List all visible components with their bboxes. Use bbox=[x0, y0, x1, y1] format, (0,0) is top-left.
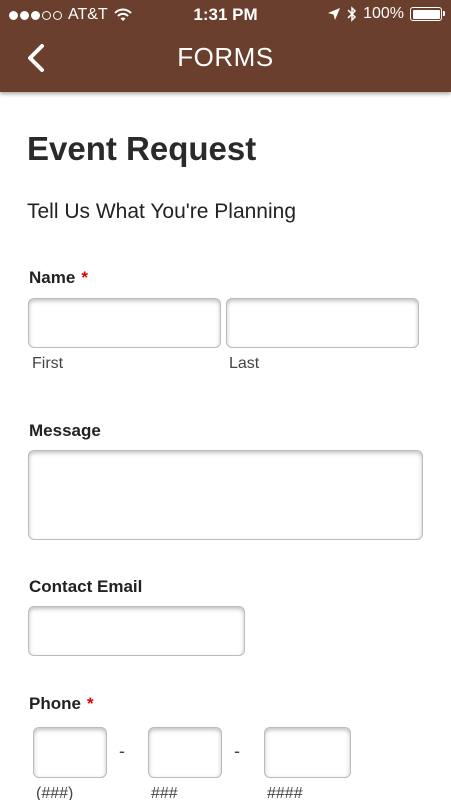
phone-prefix-hint: ### bbox=[151, 785, 178, 800]
phone-area-code-input[interactable] bbox=[33, 727, 107, 778]
name-label-text: Name bbox=[29, 268, 76, 287]
first-name-input[interactable] bbox=[28, 298, 221, 348]
phone-line-number-input[interactable] bbox=[264, 727, 351, 778]
phone-area-hint: (###) bbox=[36, 785, 74, 800]
message-label: Message bbox=[29, 421, 101, 440]
phone-separator: - bbox=[119, 741, 125, 761]
phone-label-text: Phone bbox=[29, 694, 81, 713]
phone-line-hint: #### bbox=[267, 785, 303, 800]
status-bar: AT&T 1:31 PM 100% bbox=[0, 0, 451, 30]
form-subtitle: Tell Us What You're Planning bbox=[27, 200, 297, 223]
phone-separator: - bbox=[234, 741, 240, 761]
last-name-hint: Last bbox=[229, 355, 260, 372]
email-field[interactable] bbox=[28, 606, 245, 656]
phone-label: Phone * bbox=[29, 694, 94, 714]
required-marker: * bbox=[81, 268, 88, 287]
name-label: Name * bbox=[29, 268, 88, 288]
form-title: Event Request bbox=[27, 130, 257, 167]
last-name-input[interactable] bbox=[226, 298, 419, 348]
bluetooth-icon bbox=[347, 6, 357, 22]
required-marker: * bbox=[86, 694, 94, 713]
status-right: 100% bbox=[327, 5, 445, 23]
phone-prefix-input[interactable] bbox=[148, 727, 222, 778]
message-textarea[interactable] bbox=[28, 450, 423, 540]
first-name-hint: First bbox=[32, 355, 64, 372]
nav-title: FORMS bbox=[177, 42, 274, 72]
battery-percent: 100% bbox=[363, 5, 404, 22]
battery-icon bbox=[410, 7, 445, 21]
email-label: Contact Email bbox=[29, 577, 143, 596]
location-arrow-icon bbox=[328, 8, 341, 20]
app-header: AT&T 1:31 PM 100% FORMS bbox=[0, 0, 451, 92]
